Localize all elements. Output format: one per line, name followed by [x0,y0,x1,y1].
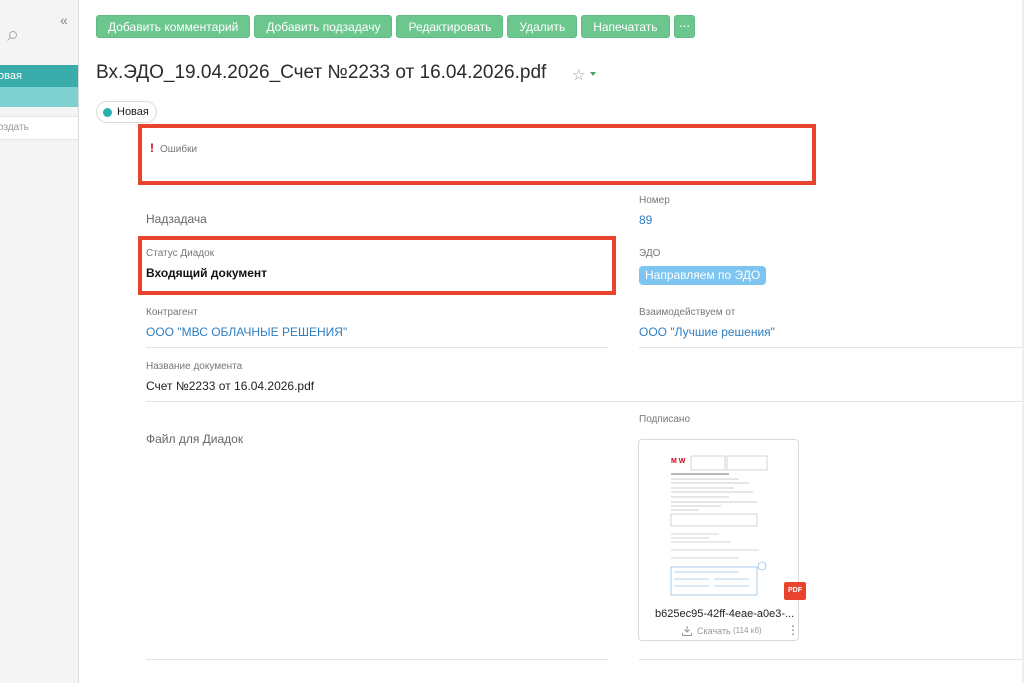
more-actions-button[interactable]: ··· [673,15,695,38]
sidebar-item-create[interactable]: оздать [0,116,78,140]
counterparty-label: Контрагент [146,307,198,318]
download-icon[interactable] [681,625,693,637]
exclamation-icon: ! [150,141,154,155]
logo-text: M W [671,458,686,465]
divider [146,347,608,348]
edo-label: ЭДО [639,248,661,259]
interacting-from-label: Взаимодействуем от [639,307,736,318]
edo-tag[interactable]: Направляем по ЭДО [639,266,767,285]
file-size: (114 кб) [733,626,762,635]
diadok-status-label: Статус Диадок [146,248,215,259]
divider [639,347,1022,348]
signed-label: Подписано [639,414,691,425]
errors-label: Ошибки [160,144,198,155]
status-badge[interactable]: Новая [96,101,157,123]
search-icon[interactable] [6,30,18,42]
chevron-down-icon[interactable] [590,72,596,76]
star-icon[interactable]: ☆ [572,66,585,84]
sidebar-create-label: оздать [0,122,29,133]
delete-button[interactable]: Удалить [507,15,578,38]
toolbar: Добавить комментарий Добавить подзадачу … [96,15,695,38]
print-button[interactable]: Напечатать [581,15,670,38]
doc-name-label: Название документа [146,361,243,372]
number-value[interactable]: 89 [639,213,652,227]
page-title: Вх.ЭДО_19.04.2026_Счет №2233 от 16.04.20… [96,62,547,83]
interacting-from-link[interactable]: ООО "Лучшие решения" [639,325,775,339]
sidebar-item-new[interactable]: овая [0,65,78,87]
edit-button[interactable]: Редактировать [396,15,504,38]
parent-task-label: Надзадача [146,212,207,226]
document-preview-thumbnail[interactable]: M W [669,452,769,602]
divider [639,659,1022,660]
download-link[interactable]: Скачать [697,626,731,636]
file-name[interactable]: b625ec95-42ff-4eae-a0e3-... [655,608,794,620]
diadok-file-label: Файл для Диадок [146,432,244,446]
file-card[interactable]: M W PDF b625ec95-42ff-4eae-a0e3-... Скач [638,439,806,641]
errors-field: ! Ошибки [138,124,816,185]
sidebar-subitem[interactable] [0,87,78,107]
status-dot-icon [103,107,112,117]
add-comment-button[interactable]: Добавить комментарий [96,15,251,38]
divider [146,401,1022,402]
number-label: Номер [639,195,670,206]
counterparty-link[interactable]: ООО "МВС ОБЛАЧНЫЕ РЕШЕНИЯ" [146,325,347,339]
diadok-status-value: Входящий документ [146,266,268,280]
doc-name-value: Счет №2233 от 16.04.2026.pdf [146,379,315,393]
pdf-file-icon: PDF [784,582,806,600]
collapse-sidebar-icon[interactable]: « [60,12,68,28]
divider [146,659,608,660]
sidebar: « овая оздать [0,0,79,683]
kebab-menu-icon[interactable]: ⋮ [787,624,799,636]
status-label: Новая [117,106,149,118]
sidebar-item-label: овая [0,70,22,82]
add-subtask-button[interactable]: Добавить подзадачу [254,15,393,38]
